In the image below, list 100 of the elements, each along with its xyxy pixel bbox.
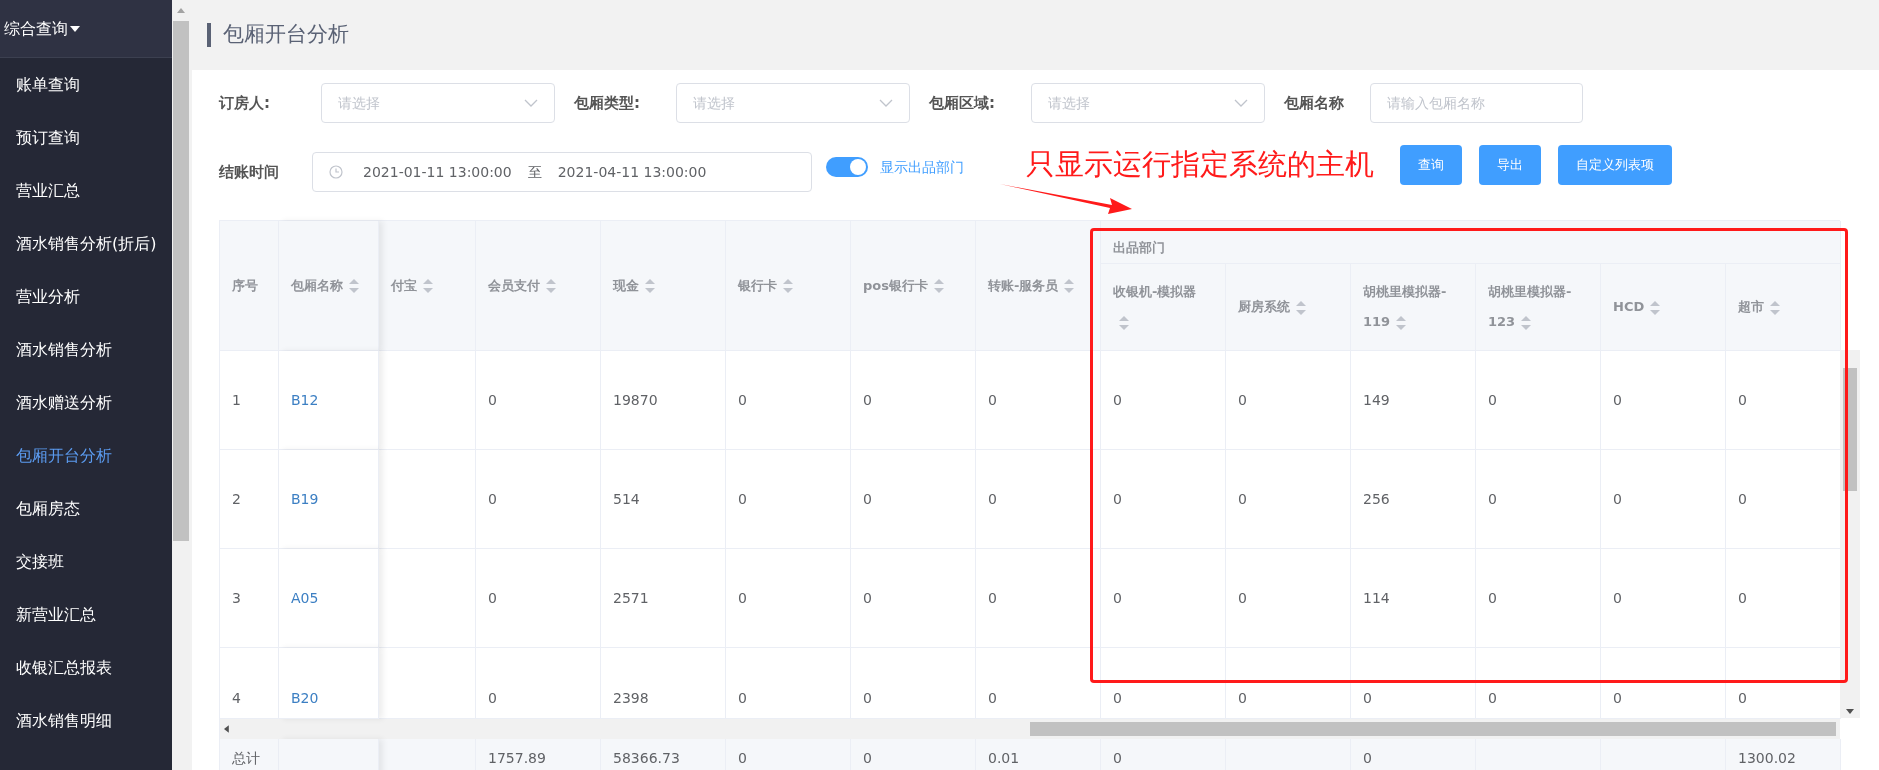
table-cell: 0 xyxy=(1226,549,1351,648)
table-cell: 2398 xyxy=(601,648,726,719)
sidebar-item[interactable]: 酒水销售明细 xyxy=(0,694,172,747)
total-cell: 0 xyxy=(1351,739,1476,770)
sort-icon[interactable] xyxy=(349,279,359,293)
sidebar-item[interactable]: 账单查询 xyxy=(0,58,172,111)
scrollbar-thumb[interactable] xyxy=(1029,722,1836,736)
clock-icon xyxy=(329,165,343,179)
sidebar-item[interactable]: 交接班 xyxy=(0,535,172,588)
table-cell: 0 xyxy=(1351,648,1476,719)
table-cell: 0 xyxy=(726,450,851,549)
scroll-up-icon[interactable] xyxy=(177,8,185,13)
column-header[interactable]: 胡桃里模拟器-119 xyxy=(1351,264,1476,351)
toggle-switch[interactable] xyxy=(826,157,868,177)
sidebar-item[interactable]: 新营业汇总 xyxy=(0,588,172,641)
sort-icon[interactable] xyxy=(783,279,793,293)
table-cell: 0 xyxy=(1601,549,1726,648)
range-separator: 至 xyxy=(527,162,542,182)
sort-icon[interactable] xyxy=(934,279,944,293)
table-cell: 0 xyxy=(976,549,1101,648)
table-cell: 0 xyxy=(1476,450,1601,549)
date-range-field[interactable]: 2021-01-11 13:00:00 至 2021-04-11 13:00:00 xyxy=(312,152,812,192)
room-link[interactable]: B20 xyxy=(291,688,319,709)
sort-icon[interactable] xyxy=(1296,300,1306,315)
sort-icon[interactable] xyxy=(1521,315,1532,330)
column-header[interactable]: 胡桃里模拟器-123 xyxy=(1476,264,1601,351)
filter-label: 包厢区域: xyxy=(929,92,996,114)
table-cell: 114 xyxy=(1351,549,1476,648)
action-button[interactable]: 查询 xyxy=(1400,145,1462,185)
sidebar-item[interactable]: 包厢开台分析 xyxy=(0,429,172,482)
column-header[interactable]: 包厢名称 xyxy=(279,221,379,351)
column-header[interactable]: 收银机-模拟器 xyxy=(1101,264,1226,351)
table-cell: 0 xyxy=(1476,549,1601,648)
room-link[interactable]: B12 xyxy=(291,389,319,411)
table-cell: 1 xyxy=(220,351,279,450)
filter-label: 包厢名称 xyxy=(1284,92,1345,114)
filter-label: 结账时间 xyxy=(219,161,280,183)
table-cell: 0 xyxy=(726,648,851,719)
scroll-left-icon[interactable] xyxy=(224,725,229,733)
room-link[interactable]: B19 xyxy=(291,488,319,510)
menu-header[interactable]: 综合查询 xyxy=(0,0,172,58)
sidebar-item[interactable]: 酒水赠送分析 xyxy=(0,376,172,429)
table-cell: 514 xyxy=(601,450,726,549)
column-header[interactable]: 付宝 xyxy=(379,221,476,351)
sidebar-item[interactable]: 收银汇总报表 xyxy=(0,641,172,694)
column-header[interactable]: 厨房系统 xyxy=(1226,264,1351,351)
table-cell: 0 xyxy=(851,450,976,549)
sidebar-item[interactable]: 预订查询 xyxy=(0,111,172,164)
action-button[interactable]: 导出 xyxy=(1479,145,1541,185)
chevron-down-icon xyxy=(1234,99,1248,107)
chevron-down-icon xyxy=(879,99,893,107)
column-header[interactable]: 超市 xyxy=(1726,264,1841,351)
table-cell: 0 xyxy=(1601,450,1726,549)
column-header[interactable]: pos银行卡 xyxy=(851,221,976,351)
column-header[interactable]: 现金 xyxy=(601,221,726,351)
table-cell: 0 xyxy=(726,351,851,450)
table-cell: 0 xyxy=(976,450,1101,549)
scrollbar-thumb[interactable] xyxy=(173,21,189,541)
table-cell: 2 xyxy=(220,450,279,549)
table-cell: 0 xyxy=(476,648,601,719)
table-cell: 0 xyxy=(851,351,976,450)
table-cell: 0 xyxy=(476,351,601,450)
sidebar-item[interactable]: 酒水销售分析 xyxy=(0,323,172,376)
sidebar-item[interactable]: 营业分析 xyxy=(0,270,172,323)
table-cell: 0 xyxy=(976,648,1101,719)
column-header[interactable]: HCD xyxy=(1601,264,1726,351)
sort-icon[interactable] xyxy=(1650,300,1661,315)
sort-icon[interactable] xyxy=(1064,279,1075,293)
column-group-header: 出品部门 xyxy=(1101,221,1841,264)
action-button[interactable]: 自定义列表项 xyxy=(1558,145,1672,185)
table-cell: 19870 xyxy=(601,351,726,450)
room-link[interactable]: A05 xyxy=(291,587,319,609)
sidebar-item[interactable]: 酒水销售分析(折后) xyxy=(0,217,172,270)
scroll-down-icon[interactable] xyxy=(1846,709,1854,714)
table-cell: 0 xyxy=(976,351,1101,450)
page-title: 包厢开台分析 xyxy=(223,21,349,49)
table-cell: 0 xyxy=(1101,549,1226,648)
sidebar-item[interactable]: 营业汇总 xyxy=(0,164,172,217)
sort-icon[interactable] xyxy=(1119,315,1129,330)
table-cell: 0 xyxy=(1226,450,1351,549)
sort-icon[interactable] xyxy=(1396,315,1407,330)
table-cell: 0 xyxy=(1476,648,1601,719)
start-date: 2021-01-11 13:00:00 xyxy=(363,162,512,182)
chevron-down-icon xyxy=(524,99,538,107)
sidebar-item[interactable]: 包厢房态 xyxy=(0,482,172,535)
column-header[interactable]: 银行卡 xyxy=(726,221,851,351)
column-header[interactable]: 转账-服务员 xyxy=(976,221,1101,351)
sort-icon[interactable] xyxy=(645,279,655,293)
sort-icon[interactable] xyxy=(423,279,433,293)
sort-icon[interactable] xyxy=(546,279,556,293)
title-marker xyxy=(207,23,211,47)
column-header[interactable]: 会员支付 xyxy=(476,221,601,351)
total-cell: 总计 xyxy=(220,739,279,770)
table-cell: 0 xyxy=(1101,648,1226,719)
table-cell: 0 xyxy=(476,549,601,648)
caret-icon xyxy=(70,25,80,32)
input-field[interactable]: 请输入包厢名称 xyxy=(1370,83,1583,123)
total-cell: 58366.73 xyxy=(601,739,726,770)
sort-icon[interactable] xyxy=(1770,300,1780,315)
total-cell: 0 xyxy=(851,739,976,770)
